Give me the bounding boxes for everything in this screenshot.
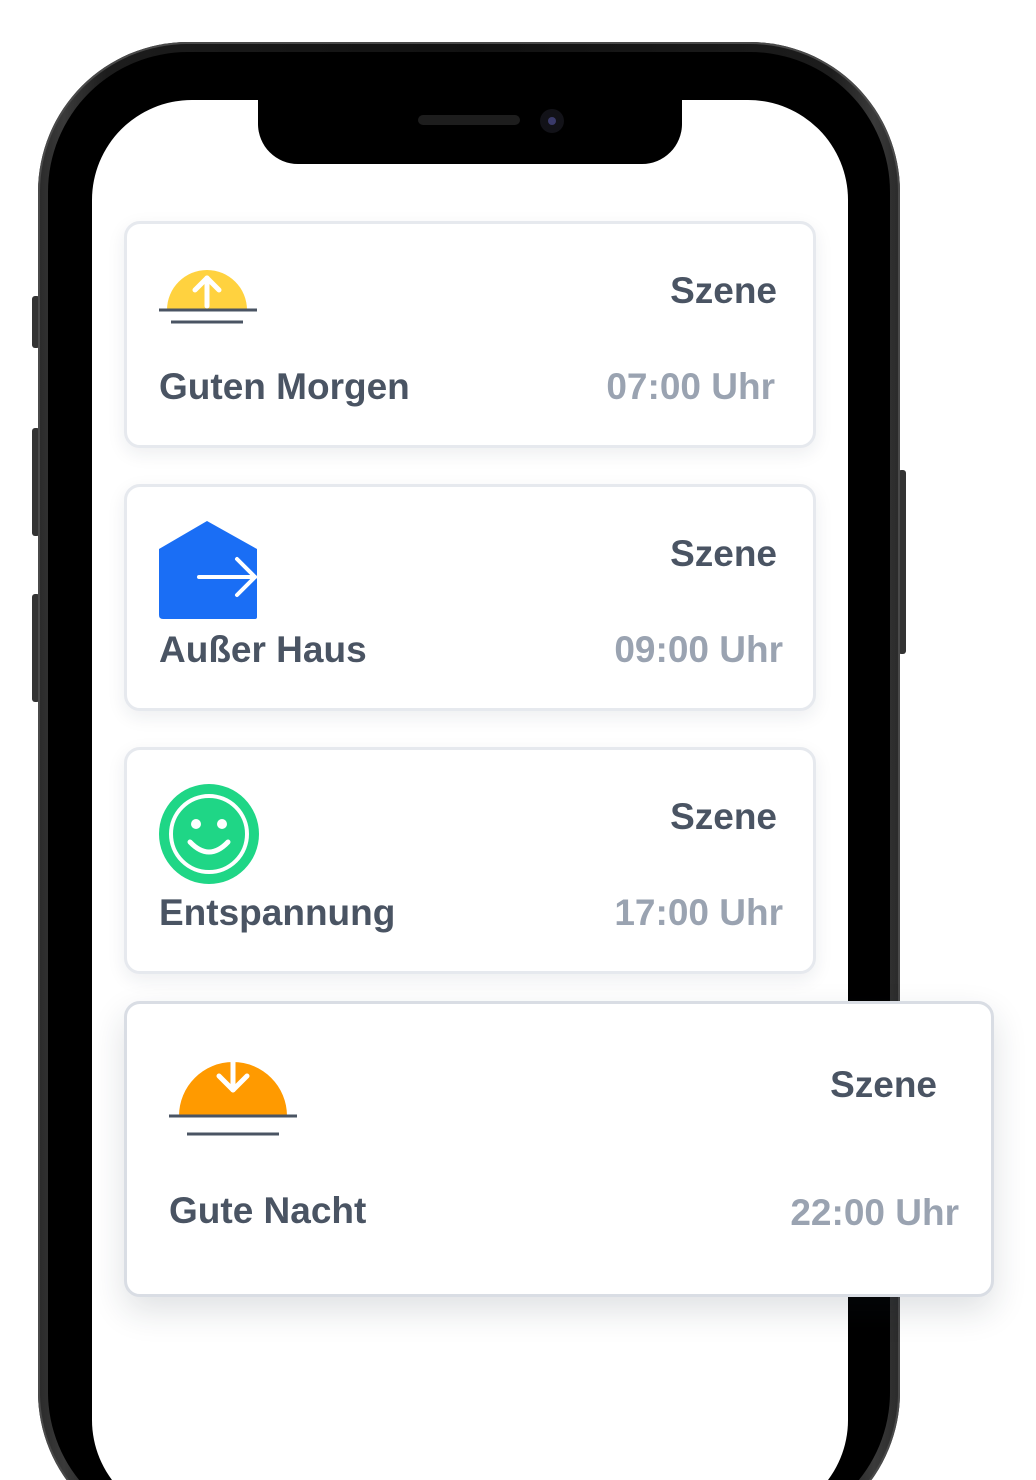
scene-card-gute-nacht[interactable]: Szene Gute Nacht 22:00 Uhr — [124, 1001, 994, 1297]
scene-type-label: Szene — [670, 533, 777, 574]
leave-home-icon — [157, 519, 261, 621]
scene-card-ausser-haus[interactable]: Szene Außer Haus 09:00 Uhr — [124, 484, 816, 711]
scene-time: 09:00 Uhr — [614, 629, 783, 670]
front-camera — [540, 109, 564, 133]
sunset-icon — [167, 1043, 299, 1140]
sunrise-icon — [157, 254, 261, 328]
phone-notch — [258, 98, 682, 164]
scene-card-entspannung[interactable]: Szene Entspannung 17:00 Uhr — [124, 747, 816, 974]
scene-card-guten-morgen[interactable]: Szene Guten Morgen 07:00 Uhr — [124, 221, 816, 448]
smiley-icon — [157, 782, 261, 886]
scene-time: 22:00 Uhr — [790, 1192, 959, 1233]
scene-type-label: Szene — [830, 1064, 937, 1105]
scene-time: 07:00 Uhr — [606, 366, 775, 407]
scene-type-label: Szene — [670, 796, 777, 837]
scene-type-label: Szene — [670, 270, 777, 311]
stage: Szene Guten Morgen 07:00 Uhr Szene Außer… — [0, 0, 1036, 1480]
scene-name: Gute Nacht — [169, 1190, 367, 1231]
scene-name: Guten Morgen — [159, 366, 410, 407]
scene-time: 17:00 Uhr — [614, 892, 783, 933]
scene-name: Außer Haus — [159, 629, 367, 670]
earpiece-speaker — [418, 115, 520, 125]
scene-name: Entspannung — [159, 892, 396, 933]
